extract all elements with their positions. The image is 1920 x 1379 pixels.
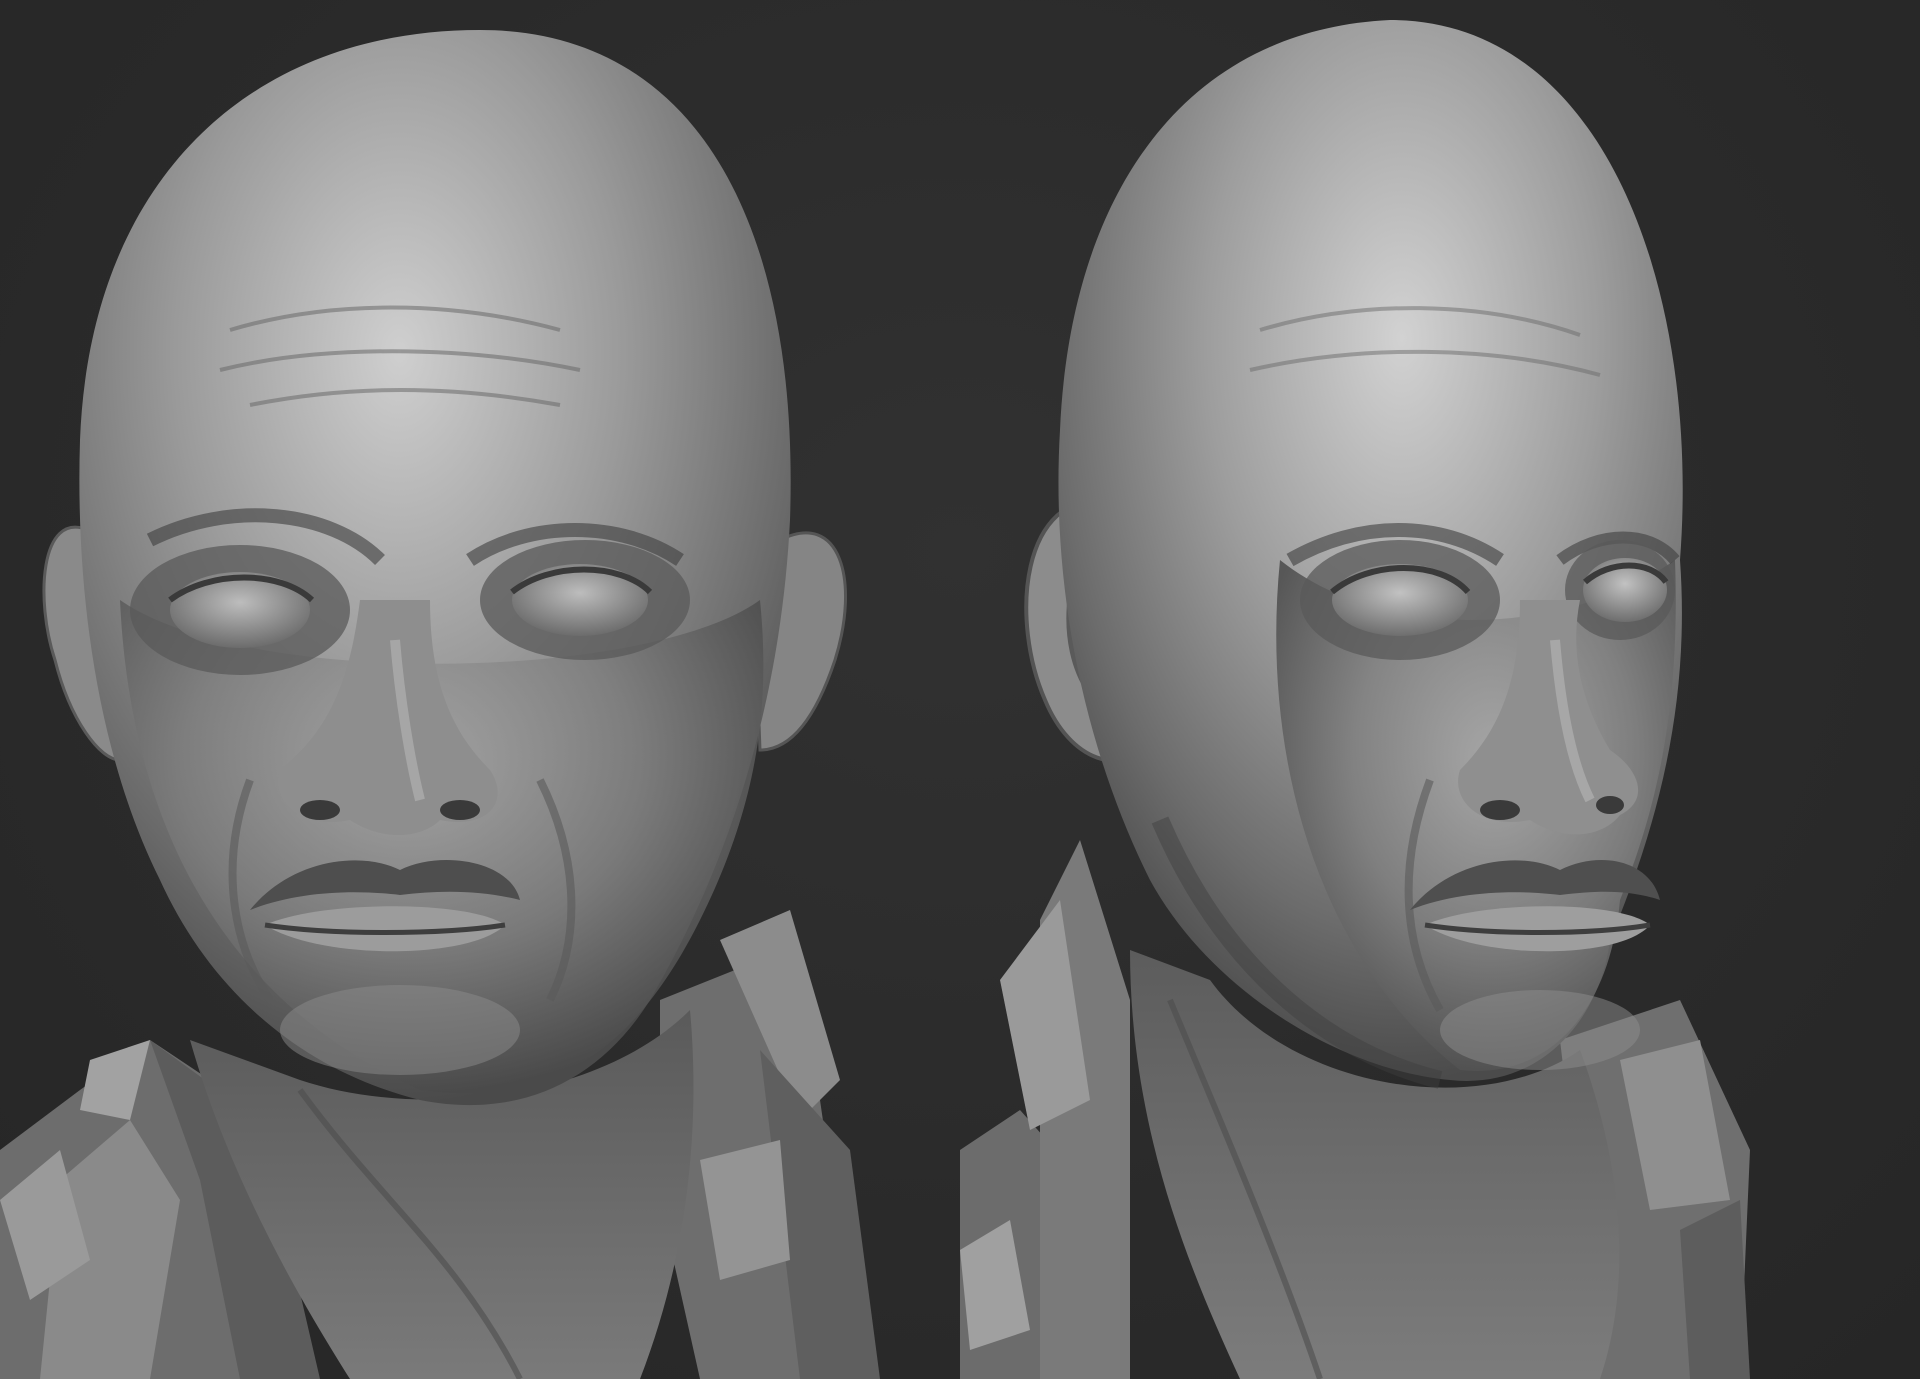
sculpt-three-quarter-svg [960, 20, 1750, 1379]
viewport-canvas [0, 0, 1920, 1379]
sculpt-render-front [0, 0, 960, 1379]
sculpt-render-three-quarter [960, 0, 1920, 1379]
sculpt-front-svg [0, 30, 880, 1379]
